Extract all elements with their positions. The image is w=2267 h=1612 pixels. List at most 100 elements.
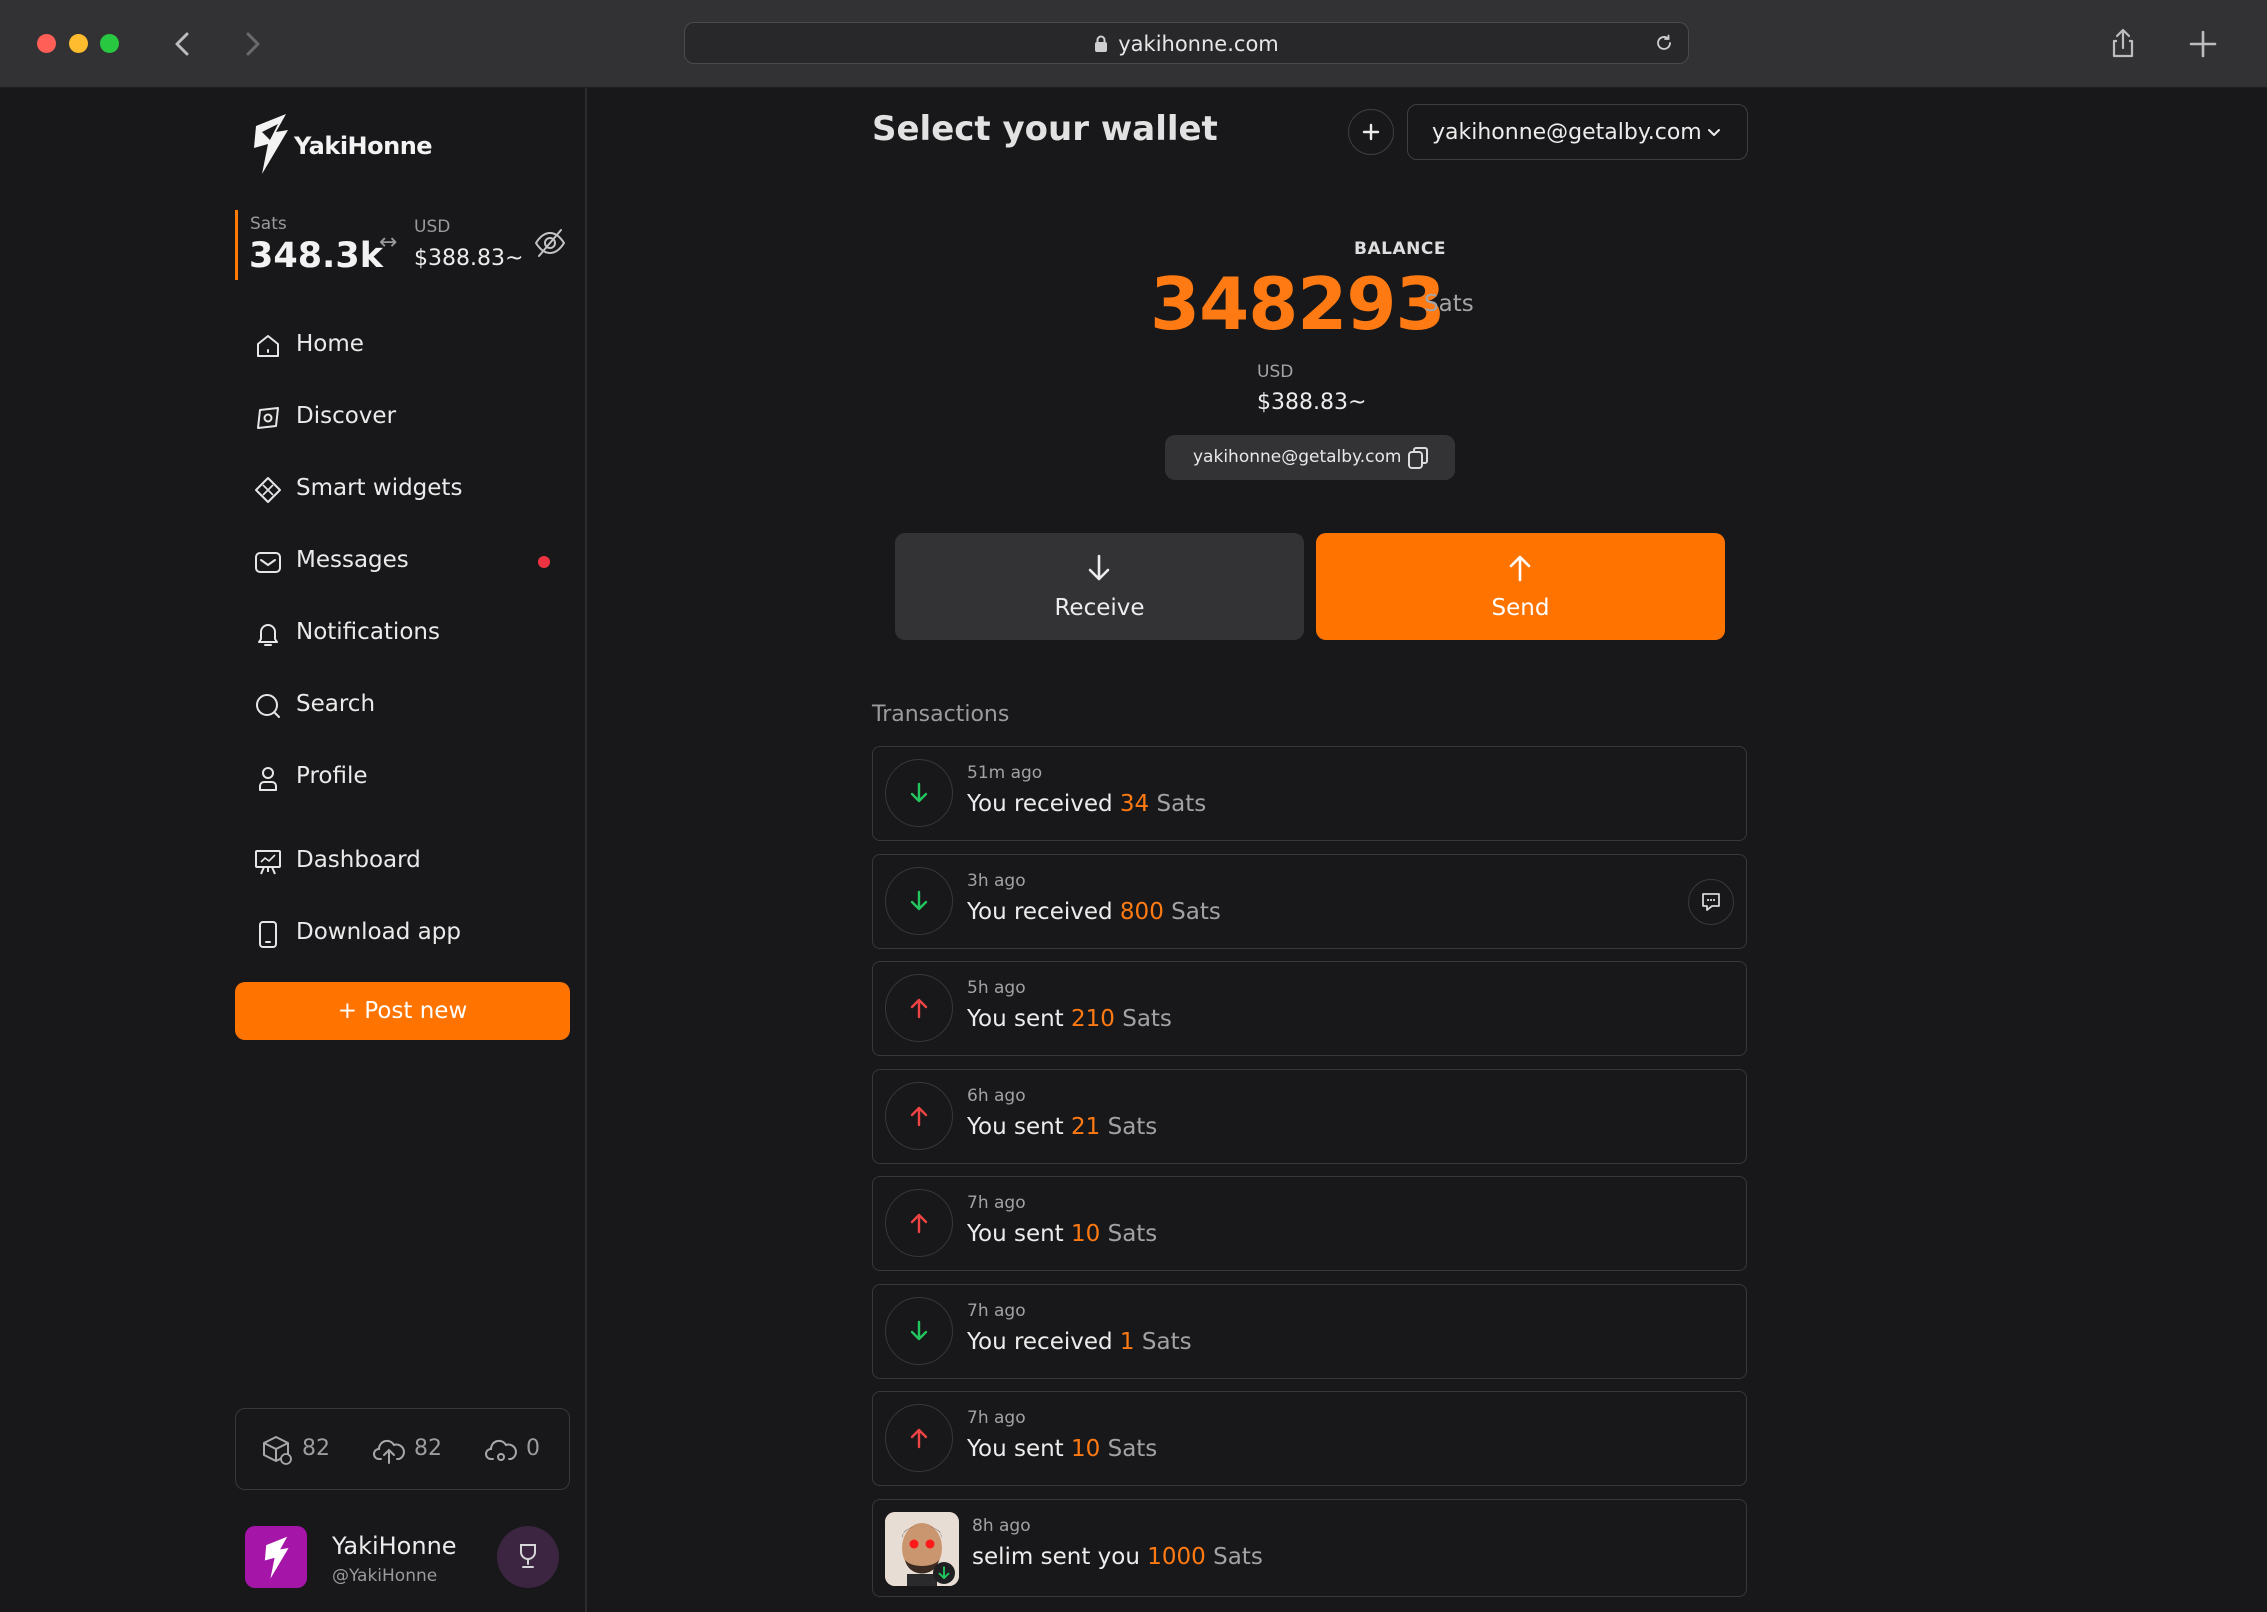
forward-icon[interactable] [232, 24, 272, 64]
wallet-dropdown-value: yakihonne@getalby.com [1432, 120, 1702, 145]
transaction-amount: 210 [1071, 1006, 1115, 1032]
nav-home[interactable]: Home [250, 320, 570, 370]
transaction-row[interactable]: 7h ago You received 1 Sats [872, 1284, 1747, 1379]
nav-discover-label: Discover [296, 403, 397, 429]
page-title: Select your wallet [872, 109, 1218, 149]
transaction-row[interactable]: 5h ago You sent 210 Sats [872, 961, 1747, 1056]
bell-icon [258, 624, 278, 646]
minimize-window-button[interactable] [69, 34, 88, 53]
transaction-prefix: selim sent you [972, 1544, 1148, 1570]
home-icon [257, 335, 279, 357]
direction-badge [885, 1404, 953, 1472]
stat-uploaded[interactable]: 82 [372, 1433, 452, 1467]
wallet-page: Select your wallet yakihonne@getalby.com… [587, 88, 2267, 1612]
transaction-unit: Sats [1100, 1436, 1158, 1462]
profile-handle: @YakiHonne [332, 1566, 438, 1586]
transaction-row[interactable]: 7h ago You sent 10 Sats [872, 1391, 1747, 1486]
transaction-prefix: You sent [967, 1221, 1071, 1247]
transaction-unit: Sats [1134, 1329, 1192, 1355]
stat-pending-value: 0 [526, 1436, 540, 1461]
transaction-unit: Sats [1114, 1006, 1172, 1032]
send-button[interactable]: Send [1316, 533, 1725, 640]
nav-messages-label: Messages [296, 547, 409, 573]
comment-button[interactable] [1688, 879, 1734, 925]
new-tab-icon[interactable] [2183, 24, 2223, 64]
arrow-up-red-icon [910, 1213, 928, 1234]
url-label: yakihonne.com [1118, 32, 1279, 56]
nav-home-label: Home [296, 331, 364, 357]
transaction-row[interactable]: 7h ago You sent 10 Sats [872, 1176, 1747, 1271]
transaction-message: You received 800 Sats [967, 899, 1221, 925]
nav-smart-widgets[interactable]: Smart widgets [250, 464, 570, 514]
arrow-up-icon [1509, 555, 1531, 582]
transaction-row[interactable]: 6h ago You sent 21 Sats [872, 1069, 1747, 1164]
transaction-time: 6h ago [967, 1086, 1026, 1106]
nav-profile[interactable]: Profile [250, 752, 570, 802]
close-window-button[interactable] [37, 34, 56, 53]
nav-search[interactable]: Search [250, 680, 570, 730]
browser-toolbar: yakihonne.com [0, 0, 2267, 88]
sender-avatar[interactable] [885, 1512, 959, 1586]
transaction-row[interactable]: 8h ago selim sent you 1000 Sats [872, 1499, 1747, 1597]
nav-download-app[interactable]: Download app [250, 908, 570, 958]
transaction-unit: Sats [1149, 791, 1207, 817]
arrow-down-green-icon [910, 890, 928, 911]
transaction-message: You sent 210 Sats [967, 1006, 1172, 1032]
transaction-prefix: You received [967, 791, 1120, 817]
transaction-row[interactable]: 51m ago You received 34 Sats [872, 746, 1747, 841]
address-bar[interactable]: yakihonne.com [684, 22, 1689, 64]
usd-amount: $388.83~ [1257, 390, 1367, 415]
transaction-message: selim sent you 1000 Sats [972, 1544, 1263, 1570]
receive-label: Receive [1054, 595, 1145, 621]
nav-dashboard-label: Dashboard [296, 847, 421, 873]
stat-uploaded-value: 82 [414, 1436, 442, 1461]
stat-cache[interactable]: 82 [260, 1433, 340, 1467]
nav-messages[interactable]: Messages [250, 536, 570, 586]
logo-text: YakiHonne [294, 132, 433, 160]
profile-card[interactable]: YakiHonne @YakiHonne [245, 1524, 575, 1594]
lock-icon [1095, 35, 1108, 52]
transaction-unit: Sats [1163, 899, 1221, 925]
stat-pending[interactable]: 0 [484, 1433, 564, 1467]
sats-value: 348.3k [249, 236, 383, 276]
add-wallet-button[interactable] [1348, 109, 1394, 155]
arrow-down-green-icon [910, 782, 928, 803]
transaction-message: You sent 10 Sats [967, 1221, 1157, 1247]
wallet-address-pill[interactable]: yakihonne@getalby.com [1165, 435, 1455, 480]
arrow-up-red-icon [910, 998, 928, 1019]
comment-icon [1702, 893, 1720, 911]
transaction-message: You sent 21 Sats [967, 1114, 1157, 1140]
transaction-message: You sent 10 Sats [967, 1436, 1157, 1462]
nav-notifications[interactable]: Notifications [250, 608, 570, 658]
arrow-up-red-icon [910, 1428, 928, 1449]
nav-discover[interactable]: Discover [250, 392, 570, 442]
rewards-button[interactable] [497, 1526, 559, 1588]
relay-stats: 82 82 0 [235, 1408, 570, 1490]
transaction-amount: 34 [1119, 791, 1150, 817]
search-icon [256, 694, 280, 718]
back-icon[interactable] [163, 24, 203, 64]
zoom-window-button[interactable] [100, 34, 119, 53]
transaction-row[interactable]: 3h ago You received 800 Sats [872, 854, 1747, 949]
yakihonne-avatar-icon [264, 1536, 289, 1579]
wallet-dropdown[interactable]: yakihonne@getalby.com [1407, 104, 1748, 160]
direction-badge [885, 1297, 953, 1365]
transaction-message: You received 1 Sats [967, 1329, 1192, 1355]
sats-label: Sats [250, 214, 287, 234]
cloud-upload-icon [373, 1439, 405, 1464]
balance-amount: 348293 [1150, 262, 1446, 346]
compass-icon [257, 407, 279, 429]
mail-icon [255, 552, 281, 573]
nav-dashboard[interactable]: Dashboard [250, 836, 570, 886]
copy-icon[interactable] [1405, 445, 1431, 471]
post-new-button[interactable]: + Post new [235, 982, 570, 1040]
transaction-time: 3h ago [967, 871, 1026, 891]
swap-icon[interactable]: ↔ [379, 230, 397, 255]
reload-icon[interactable] [1654, 33, 1674, 53]
transaction-amount: 21 [1071, 1114, 1101, 1140]
transaction-message: You received 34 Sats [967, 791, 1206, 817]
logo[interactable]: YakiHonne [248, 110, 448, 176]
receive-button[interactable]: Receive [895, 533, 1304, 640]
share-icon[interactable] [2103, 24, 2143, 64]
hide-balance-icon[interactable] [533, 226, 567, 260]
